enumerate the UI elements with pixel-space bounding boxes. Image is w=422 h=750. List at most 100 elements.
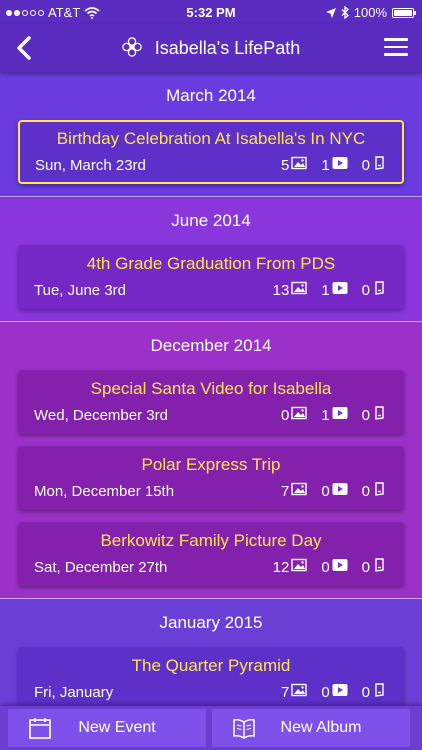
flower-logo-icon [121,37,142,57]
page-title: Isabella's LifePath [0,37,422,59]
month-header: March 2014 [166,86,256,105]
event-title: Birthday Celebration At Isabella's In NY… [56,129,366,148]
event-date: Sat, December 27th [34,559,168,576]
note-count: 0 [362,281,388,299]
timeline-list[interactable]: March 2014 Birthday Celebration At Isabel… [0,72,422,706]
video-count: 1 [321,281,348,299]
note-count-value: 0 [361,406,370,424]
event-title: 4th Grade Graduation From PDS [86,254,336,273]
new-album-button[interactable]: New Album [212,709,410,747]
photo-count: 12 [273,558,308,576]
photo-icon [291,482,308,500]
calendar-icon [29,718,51,739]
status-bar: AT&T 5:32 PM 100% [0,0,422,24]
event-card[interactable]: Berkowitz Family Picture Day Sat, Decembe… [18,522,404,586]
month-section: March 2014 Birthday Celebration At Isabel… [0,72,422,197]
month-header: January 2015 [159,613,263,632]
month-header: June 2014 [171,211,251,230]
video-play-icon [332,482,348,500]
video-play-icon [332,558,348,576]
video-count-value: 0 [321,558,330,576]
note-icon [372,683,388,701]
note-count-value: 0 [361,683,370,701]
event-counts: 0 1 0 [267,406,388,424]
month-section: June 2014 4th Grade Graduation From PDS Tu… [0,197,422,322]
month-header: December 2014 [150,336,272,355]
new-album-label: New Album [280,719,362,736]
event-title: Polar Express Trip [141,455,281,474]
note-icon [372,482,388,500]
location-arrow-icon [325,7,336,18]
note-count: 0 [362,156,388,174]
photo-count-value: 7 [280,683,290,701]
photo-icon [291,281,308,299]
photo-count-value: 12 [272,558,290,576]
event-card[interactable]: 4th Grade Graduation From PDS Tue, June 3… [18,245,404,309]
event-card[interactable]: Polar Express Trip Mon, December 15th 7 0 0 [18,446,404,510]
month-section: January 2015 The Quarter Pyramid Fri, Janu… [0,599,422,706]
photo-icon [291,406,308,424]
battery-icon [392,7,416,18]
video-play-icon [332,156,348,174]
photo-icon [291,683,308,701]
event-counts: 12 0 0 [259,558,388,576]
note-count-value: 0 [361,558,370,576]
photo-count: 5 [281,156,308,174]
photo-count: 7 [280,683,308,701]
note-icon [372,281,388,299]
note-icon [372,156,388,174]
bluetooth-icon [341,6,349,19]
event-date: Fri, January [34,684,114,701]
event-card[interactable]: Birthday Celebration At Isabella's In NY… [18,120,404,184]
open-book-icon [233,719,255,739]
photo-count-value: 7 [280,482,290,500]
event-counts: 7 0 0 [267,482,388,500]
video-count: 0 [321,683,348,701]
event-date: Mon, December 15th [34,483,175,500]
event-counts: 13 1 0 [259,281,388,299]
event-counts: 7 0 0 [267,683,388,701]
photo-count: 7 [280,482,308,500]
note-count-value: 0 [361,482,370,500]
photo-count-value: 13 [272,281,290,299]
note-count: 0 [362,482,388,500]
event-title: Special Santa Video for Isabella [90,379,332,398]
video-count-value: 0 [321,482,330,500]
photo-count-value: 0 [280,406,290,424]
video-count: 0 [321,558,348,576]
video-play-icon [332,281,348,299]
page-title-text: Isabella's LifePath [154,38,301,58]
note-icon [372,406,388,424]
note-count: 0 [362,683,388,701]
status-right: 100% [325,5,416,20]
video-count: 1 [321,156,348,174]
month-section: December 2014 Special Santa Video for Isa… [0,322,422,599]
battery-percent: 100% [353,5,387,20]
video-count-value: 1 [321,156,330,174]
new-event-button[interactable]: New Event [8,709,206,747]
event-title: Berkowitz Family Picture Day [100,531,322,550]
event-date: Sun, March 23rd [35,157,146,174]
video-play-icon [332,683,348,701]
nav-bar: Isabella's LifePath [0,24,422,72]
video-count-value: 1 [321,281,330,299]
event-date: Tue, June 3rd [34,282,126,299]
note-count-value: 0 [361,156,370,174]
note-count: 0 [362,406,388,424]
bottom-bar: New Event New Album [0,706,422,750]
event-card[interactable]: Special Santa Video for Isabella Wed, Dec… [18,370,404,434]
photo-count: 13 [273,281,308,299]
event-title: The Quarter Pyramid [131,656,291,675]
event-date: Wed, December 3rd [34,407,168,424]
photo-icon [291,156,308,174]
note-count-value: 0 [361,281,370,299]
video-play-icon [332,406,348,424]
hamburger-menu-icon[interactable] [384,38,408,58]
photo-count: 0 [280,406,308,424]
photo-icon [291,558,308,576]
video-count-value: 1 [321,406,330,424]
event-card[interactable]: The Quarter Pyramid Fri, January 7 0 0 [18,647,404,706]
video-count: 1 [321,406,348,424]
note-icon [372,558,388,576]
event-counts: 5 1 0 [267,156,388,174]
